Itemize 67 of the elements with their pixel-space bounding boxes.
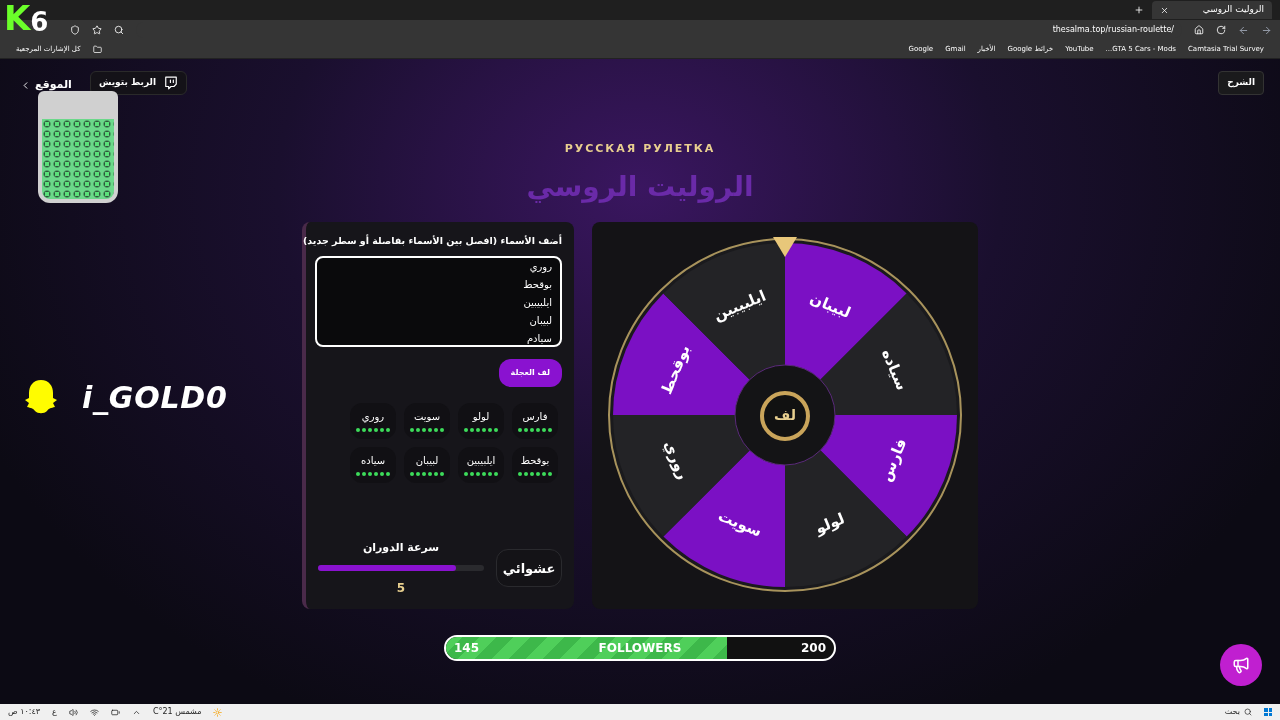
dot-row-icon bbox=[410, 428, 444, 433]
dot-row-icon bbox=[464, 428, 498, 433]
dot-row-icon bbox=[518, 428, 552, 433]
names-field[interactable]: روري بوقحط ايلبيبين لبيبان سيادم bbox=[315, 255, 562, 347]
name-chip: فارس bbox=[512, 402, 558, 439]
language-indicator[interactable]: ع bbox=[52, 706, 57, 718]
speed-slider[interactable] bbox=[318, 564, 484, 571]
wifi-icon bbox=[89, 707, 99, 717]
field-label: أضف الأسماء (افصل بين الأسماء بفاصلة أو سطر جديد) bbox=[303, 233, 562, 248]
close-icon[interactable] bbox=[1160, 5, 1169, 15]
logo-letter: K bbox=[4, 1, 31, 35]
shield-icon[interactable] bbox=[70, 25, 80, 35]
megaphone-button[interactable] bbox=[1220, 644, 1262, 686]
clock-text: ١٠:٤٣ ص bbox=[8, 706, 41, 718]
back-icon[interactable] bbox=[1238, 24, 1249, 36]
followers-goal: 200 bbox=[800, 639, 826, 657]
folder-icon bbox=[92, 44, 102, 54]
dot-row-icon bbox=[518, 472, 552, 477]
name-chip: لولو bbox=[458, 402, 504, 439]
spin-wheel-button[interactable]: لف العجلة bbox=[498, 358, 562, 387]
logo-number: 6 bbox=[30, 9, 49, 35]
dot-row-icon bbox=[410, 472, 444, 477]
new-tab-icon[interactable] bbox=[1134, 5, 1144, 15]
wheel-label: لبيبان bbox=[807, 289, 854, 322]
name-chip: سويت bbox=[404, 402, 450, 439]
dot-row-icon bbox=[356, 472, 390, 477]
battery-icon bbox=[110, 707, 120, 717]
volume-icon bbox=[68, 707, 78, 717]
browser-tab[interactable]: الروليت الروسي bbox=[1152, 1, 1272, 19]
search-icon bbox=[1244, 708, 1252, 716]
star-icon[interactable] bbox=[92, 25, 102, 35]
back-link[interactable]: الموقع bbox=[20, 77, 72, 94]
name-chip: ايلبيبين bbox=[458, 446, 504, 483]
wheel-label: روري bbox=[660, 437, 693, 483]
followers-label: FOLLOWERS bbox=[598, 639, 682, 657]
subtitle: РУССКАЯ РУЛЕТКА bbox=[564, 141, 716, 157]
wheel-label: سياده bbox=[877, 346, 912, 393]
pointer-icon bbox=[773, 237, 797, 257]
start-icon[interactable] bbox=[1264, 708, 1272, 716]
wheel-label: ايلبيبين bbox=[710, 286, 769, 325]
name-chip: بوقحط bbox=[512, 446, 558, 483]
page-title: الروليت الروسي bbox=[526, 168, 754, 205]
wheel-label: لولو bbox=[812, 509, 848, 538]
name-chip: روري bbox=[350, 402, 396, 439]
search-icon[interactable] bbox=[114, 25, 124, 35]
username-text: i_GOLD0 bbox=[82, 379, 228, 417]
followers-count: 145 bbox=[454, 639, 480, 657]
home-icon[interactable] bbox=[1194, 25, 1204, 35]
forward-icon[interactable] bbox=[1261, 24, 1272, 36]
twitch-button[interactable]: الربط بتويش bbox=[90, 71, 187, 95]
weather-text: مشمس 21°C bbox=[152, 706, 202, 718]
taskbar-search-field[interactable]: بحث bbox=[1122, 706, 1252, 718]
speed-value: 5 bbox=[396, 579, 406, 597]
name-chip: لبيبان bbox=[404, 446, 450, 483]
megaphone-icon bbox=[1232, 656, 1250, 674]
name-chip: سياده bbox=[350, 446, 396, 483]
help-button[interactable]: الشرح bbox=[1218, 71, 1264, 95]
wheel-label: بوقحط bbox=[657, 342, 694, 397]
dot-row-icon bbox=[464, 472, 498, 477]
speed-label: سرعة الدوران bbox=[362, 540, 440, 556]
twitch-icon bbox=[164, 76, 178, 90]
wheel-label: سويت bbox=[715, 506, 765, 541]
reload-icon[interactable] bbox=[1216, 25, 1226, 35]
weather-icon bbox=[213, 707, 223, 717]
random-button[interactable]: عشوائي bbox=[496, 549, 562, 588]
wheel-label: فارس bbox=[876, 435, 911, 485]
dot-row-icon bbox=[356, 428, 390, 433]
